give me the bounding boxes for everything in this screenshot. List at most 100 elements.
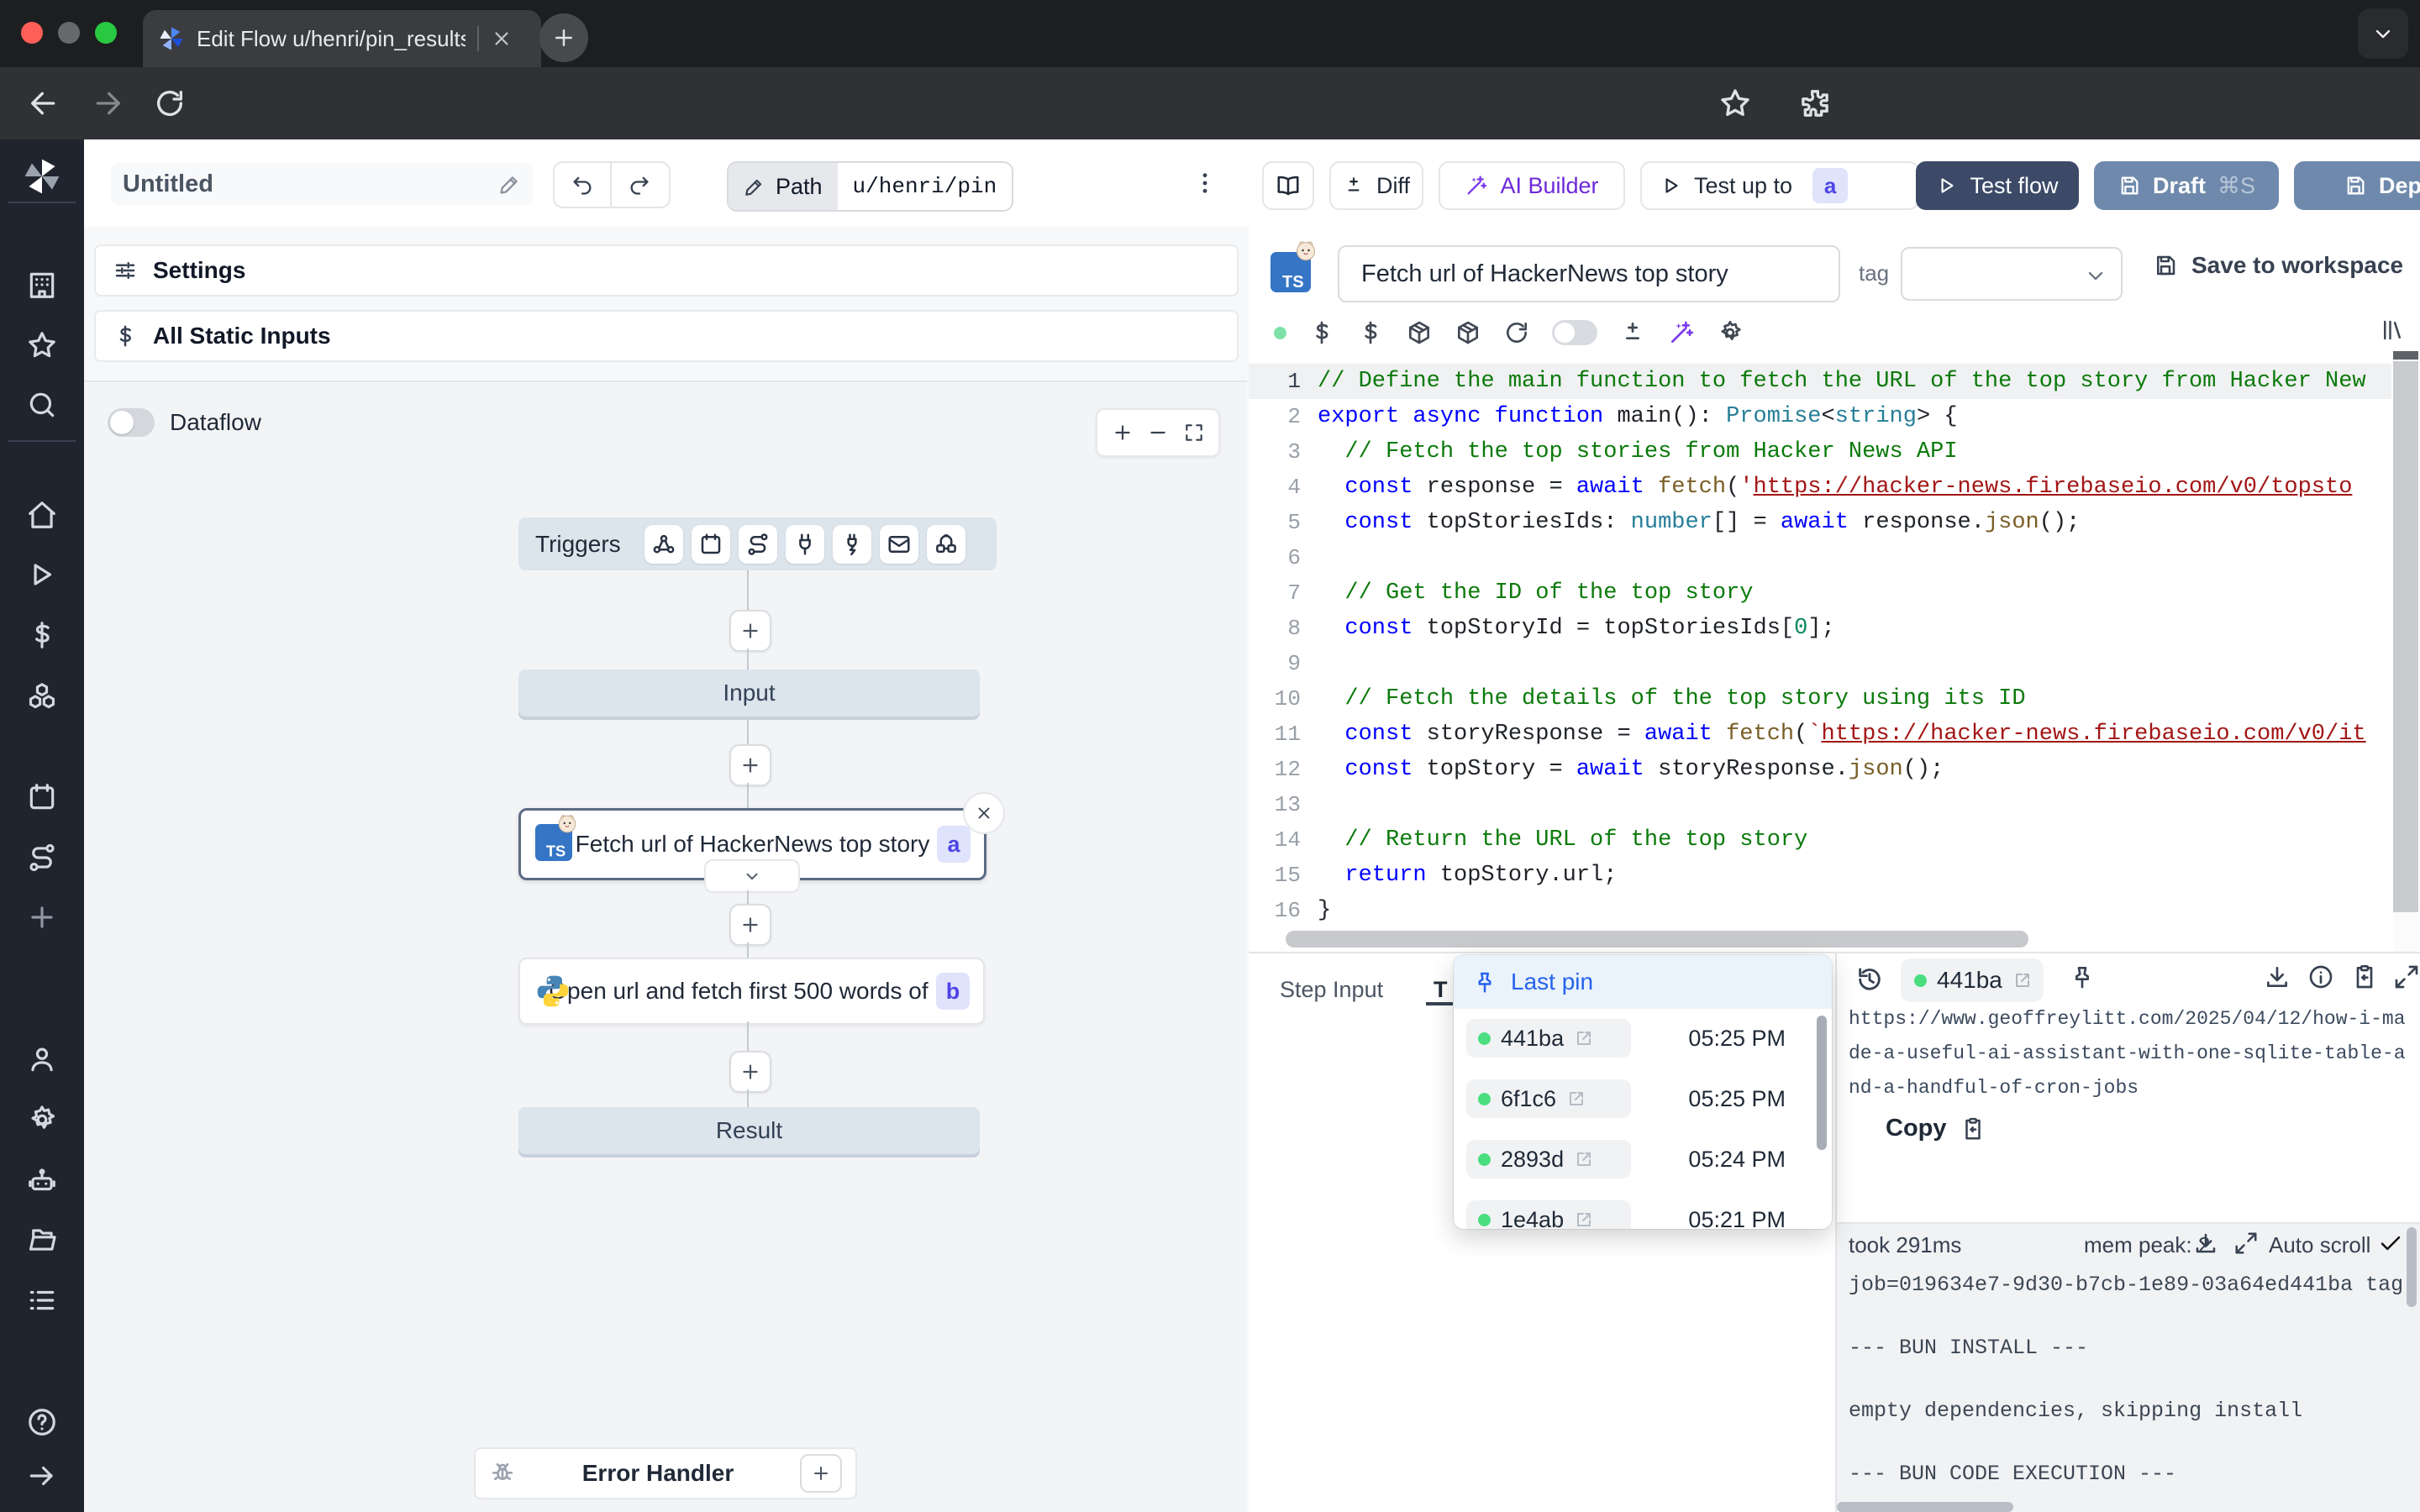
add-error-handler-button[interactable] <box>800 1454 842 1493</box>
edit-title-icon[interactable] <box>498 172 522 196</box>
copy-button[interactable]: Copy <box>1886 1115 1986 1142</box>
trigger-mail-icon[interactable] <box>880 525 918 564</box>
reload-icon[interactable] <box>153 87 187 120</box>
logs-vscrollbar[interactable] <box>2407 1227 2417 1307</box>
external-link-icon[interactable] <box>2012 970 2033 990</box>
sidebar-play-icon[interactable] <box>26 559 58 591</box>
external-link-icon[interactable] <box>1574 1149 1594 1169</box>
sidebar-folder-icon[interactable] <box>26 1224 58 1256</box>
sidebar-user-icon[interactable] <box>26 1043 58 1075</box>
bookmark-star-icon[interactable] <box>1718 87 1752 120</box>
zoom-out-icon[interactable] <box>1147 422 1169 444</box>
logs-hscrollbar[interactable] <box>1837 1502 2013 1512</box>
trigger-route-icon[interactable] <box>739 525 777 564</box>
draft-button[interactable]: Draft ⌘S <box>2094 161 2279 210</box>
settings-row[interactable]: Settings <box>94 244 1239 297</box>
last-pin-option[interactable]: Last pin <box>1454 955 1832 1009</box>
sidebar-listmenu-icon[interactable] <box>26 1284 58 1316</box>
external-link-icon[interactable] <box>1566 1089 1586 1109</box>
static-inputs-row[interactable]: All Static Inputs <box>94 310 1239 362</box>
step-node-b[interactable]: Open url and fetch first 500 words of ..… <box>518 958 985 1025</box>
flow-canvas[interactable]: Dataflow Triggers Input TS <box>84 383 1247 1512</box>
pin-item-1e4ab[interactable]: 1e4ab05:21 PM <box>1454 1190 1832 1229</box>
vertical-scrollbar[interactable] <box>2393 351 2418 953</box>
info-icon[interactable] <box>2307 963 2334 990</box>
editor-dollar-icon[interactable] <box>1357 319 1384 346</box>
pin-item-441ba[interactable]: 441ba05:25 PM <box>1454 1009 1832 1069</box>
remove-step-button[interactable] <box>963 792 1005 834</box>
history-icon[interactable] <box>1855 965 1884 994</box>
docs-button[interactable] <box>1262 161 1314 210</box>
pin-icon[interactable] <box>2069 963 2096 990</box>
sidebar-route-icon[interactable] <box>26 842 58 874</box>
sidebar-help-icon[interactable] <box>26 1406 58 1438</box>
editor-toggle[interactable] <box>1552 320 1597 345</box>
pin-item-6f1c6[interactable]: 6f1c605:25 PM <box>1454 1069 1832 1130</box>
add-step-button[interactable] <box>729 744 771 786</box>
external-link-icon[interactable] <box>1574 1028 1594 1048</box>
triggers-node[interactable]: Triggers <box>518 517 997 570</box>
add-step-button[interactable] <box>729 904 771 946</box>
horizontal-scrollbar[interactable] <box>1286 931 2028 948</box>
dataflow-toggle[interactable] <box>108 408 155 437</box>
editor-dollar-icon[interactable] <box>1308 319 1335 346</box>
sidebar-gear-icon[interactable] <box>26 1104 58 1136</box>
collapse-step-button[interactable] <box>704 859 800 893</box>
autoscroll-label[interactable]: Auto scroll <box>2269 1232 2370 1258</box>
check-icon[interactable] <box>2378 1231 2403 1256</box>
sidebar-calendar-icon[interactable] <box>26 781 58 813</box>
trigger-webhook-icon[interactable] <box>644 525 683 564</box>
zoom-in-icon[interactable] <box>1112 422 1134 444</box>
tab-hidden[interactable]: T <box>1434 977 1448 1003</box>
new-tab-button[interactable] <box>539 13 588 62</box>
editor-rotate-icon[interactable] <box>1503 319 1530 346</box>
forward-icon[interactable] <box>91 87 124 120</box>
download-result-icon[interactable] <box>2264 963 2291 990</box>
sidebar-dollar-icon[interactable] <box>26 619 58 651</box>
trigger-scan-icon[interactable] <box>927 525 965 564</box>
editor-pm-icon[interactable] <box>1619 319 1646 346</box>
add-step-button[interactable] <box>729 1051 771 1093</box>
trigger-plugzap-icon[interactable] <box>833 525 871 564</box>
browser-tab[interactable]: Edit Flow u/henri/pin_results <box>143 10 541 67</box>
editor-package-icon[interactable] <box>1455 319 1481 346</box>
download-logs-icon[interactable] <box>2193 1231 2218 1256</box>
sidebar-building-icon[interactable] <box>26 269 58 301</box>
add-step-button[interactable] <box>729 610 771 652</box>
step-node-a[interactable]: TS Fetch url of HackerNews top story a <box>518 808 986 880</box>
sidebar-home-icon[interactable] <box>26 499 58 531</box>
expand-logs-icon[interactable] <box>2233 1231 2259 1256</box>
deploy-button[interactable]: Deploy <box>2294 161 2420 210</box>
job-badge[interactable]: 441ba <box>1901 958 2044 1002</box>
trigger-calendar-icon[interactable] <box>692 525 730 564</box>
editor-gear-icon[interactable] <box>1717 319 1744 346</box>
close-window-button[interactable] <box>21 22 43 44</box>
code-editor[interactable]: 12345678910111213141516 // Define the ma… <box>1249 351 2391 953</box>
test-flow-button[interactable]: Test flow <box>1916 161 2079 210</box>
diff-button[interactable]: Diff <box>1329 161 1423 210</box>
expand-result-icon[interactable] <box>2393 963 2420 990</box>
tab-step-input[interactable]: Step Input <box>1280 977 1383 1003</box>
test-up-to-button[interactable]: Test up to a <box>1640 161 1919 210</box>
undo-button[interactable] <box>555 163 610 207</box>
sidebar-cubes-icon[interactable] <box>26 680 58 712</box>
extensions-icon[interactable] <box>1798 87 1832 120</box>
tab-close-icon[interactable] <box>491 28 513 50</box>
fit-view-icon[interactable] <box>1183 422 1205 444</box>
step-name-input[interactable]: Fetch url of HackerNews top story <box>1338 245 1840 302</box>
tab-search-button[interactable] <box>2358 8 2408 59</box>
library-icon[interactable] <box>2380 318 2405 343</box>
sidebar-search-icon[interactable] <box>26 389 58 421</box>
input-node[interactable]: Input <box>518 669 980 717</box>
result-node[interactable]: Result <box>518 1107 980 1154</box>
redo-button[interactable] <box>612 163 667 207</box>
dropdown-scrollbar[interactable] <box>1817 1016 1827 1150</box>
error-handler-node[interactable]: Error Handler <box>474 1447 857 1499</box>
flow-title-field[interactable]: Untitled <box>111 163 534 205</box>
save-to-workspace-button[interactable]: Save to workspace <box>2153 252 2403 279</box>
sidebar-arrowr-icon[interactable] <box>26 1460 58 1492</box>
result-value[interactable]: https://www.geoffreylitt.com/2025/04/12/… <box>1849 1002 2417 1105</box>
minimize-window-button[interactable] <box>58 22 80 44</box>
editor-wand-icon[interactable] <box>1668 319 1695 346</box>
ai-builder-button[interactable]: AI Builder <box>1439 161 1625 210</box>
